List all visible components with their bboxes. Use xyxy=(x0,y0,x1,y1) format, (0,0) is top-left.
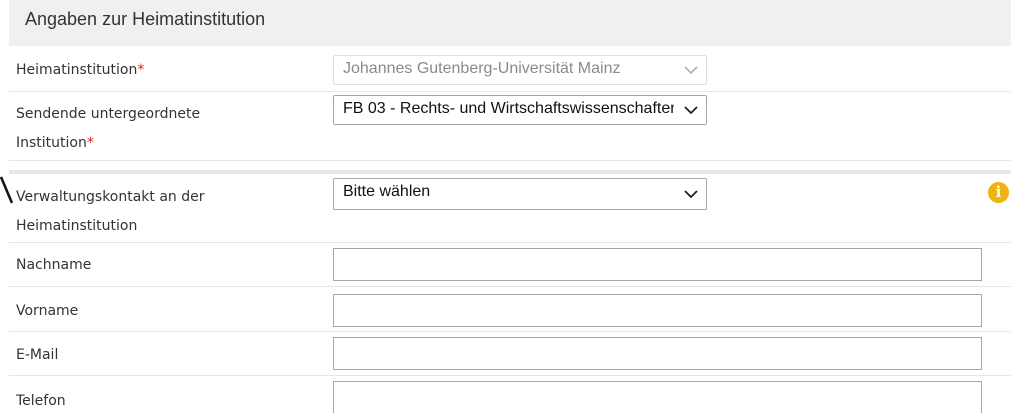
home-institution-label: Heimatinstitution* xyxy=(16,62,145,78)
admin-contact-label-line2: Heimatinstitution xyxy=(16,218,138,234)
row-divider xyxy=(9,375,1011,376)
admin-contact-label-line1: Verwaltungskontakt an der xyxy=(16,189,205,205)
chevron-down-icon xyxy=(684,106,698,115)
row-divider xyxy=(9,160,1011,161)
cursor-artifact xyxy=(0,176,14,204)
required-marker: * xyxy=(86,135,94,151)
admin-contact-select[interactable]: Bitte wählen xyxy=(333,178,707,210)
last-name-input[interactable] xyxy=(333,248,982,281)
row-divider xyxy=(9,242,1011,243)
chevron-down-icon xyxy=(684,190,698,199)
home-institution-select[interactable]: Johannes Gutenberg-Universität Mainz xyxy=(333,55,707,85)
email-label: E-Mail xyxy=(16,347,59,363)
sending-institution-label-line2: Institution* xyxy=(16,135,94,151)
sending-institution-select[interactable]: FB 03 - Rechts- und Wirtschaftswissensch… xyxy=(333,95,707,125)
required-marker: * xyxy=(137,62,145,78)
email-input[interactable] xyxy=(333,337,982,370)
first-name-label: Vorname xyxy=(16,303,79,319)
chevron-down-icon xyxy=(684,66,698,75)
section-title: Angaben zur Heimatinstitution xyxy=(25,9,266,29)
group-divider xyxy=(9,170,1011,174)
row-divider xyxy=(9,331,1011,332)
phone-label: Telefon xyxy=(16,393,66,409)
row-divider xyxy=(9,286,1011,287)
form-page: Angaben zur Heimatinstitution Heimatinst… xyxy=(0,0,1011,413)
last-name-label: Nachname xyxy=(16,257,92,273)
row-divider xyxy=(9,91,1011,92)
phone-input[interactable] xyxy=(333,381,982,413)
sending-institution-label-line1: Sendende untergeordnete xyxy=(16,106,201,122)
first-name-input[interactable] xyxy=(333,294,982,327)
info-icon[interactable]: i xyxy=(988,182,1009,203)
